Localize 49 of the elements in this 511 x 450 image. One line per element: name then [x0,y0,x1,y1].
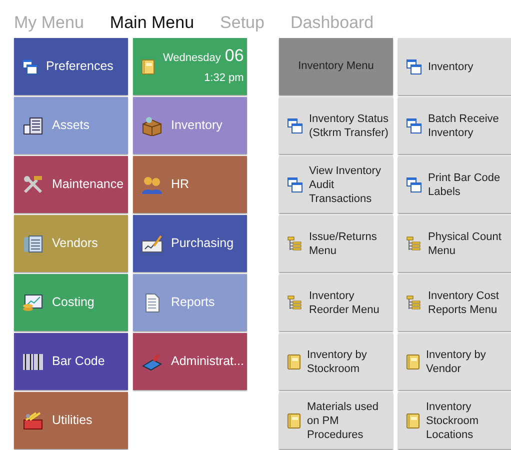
menu-tile[interactable]: Maintenance [14,156,128,213]
submenu-tile[interactable]: Inventory [398,38,511,95]
submenu-tile[interactable]: Inventory by Vendor [398,333,511,390]
submenu-tile[interactable]: Inventory Stockroom Locations [398,392,511,449]
tools-icon [22,174,44,194]
menu-tile[interactable]: Preferences [14,38,128,95]
tree-list-icon [406,236,422,252]
menu-header-tile: Inventory Menu [279,38,393,95]
tree-list-icon [287,294,303,310]
building-icon [22,116,44,136]
window-icon [22,58,38,74]
windows-icon [406,176,422,192]
notebook-icon [287,354,301,370]
windows-icon [406,118,422,134]
chart-coins-icon [22,292,44,312]
notebook-icon [406,354,420,370]
day-number: 06 [224,46,244,64]
menu-tab[interactable]: Main Menu [110,7,194,38]
barcode-icon [22,352,44,372]
submenu-tile[interactable]: Inventory Reorder Menu [279,274,393,331]
windows-icon [287,176,303,192]
toolbox-icon [22,410,44,430]
submenu-tile[interactable]: View Inventory Audit Transactions [279,156,393,213]
menu-tile[interactable]: Administrat... [133,333,247,390]
weekday-text: Wednesday [163,50,221,66]
submenu-tile[interactable]: Inventory Cost Reports Menu [398,274,511,331]
tree-list-icon [406,294,422,310]
submenu-tile[interactable]: Inventory by Stockroom [279,333,393,390]
menu-tile[interactable]: Bar Code [14,333,128,390]
stamp-icon [141,352,163,372]
time-text: 1:32 pm [204,71,244,86]
menu-tile[interactable]: Utilities [14,392,128,449]
windows-icon [287,118,303,134]
windows-icon [406,58,422,74]
submenu-tile[interactable]: Materials used on PM Procedures [279,392,393,449]
submenu-tile[interactable]: Issue/Returns Menu [279,215,393,272]
box-icon [141,116,163,136]
tree-list-icon [287,236,303,252]
notebook-icon [406,412,420,428]
submenu-tile[interactable]: Print Bar Code Labels [398,156,511,213]
phone-icon [22,234,44,254]
notebook-icon [287,412,301,428]
menu-tile[interactable]: HR [133,156,247,213]
submenu-tile[interactable]: Batch Receive Inventory [398,97,511,154]
people-icon [141,174,163,194]
submenu-tile[interactable]: Inventory Status (Stkrm Transfer) [279,97,393,154]
menu-tile[interactable]: Purchasing [133,215,247,272]
submenu-tile[interactable]: Physical Count Menu [398,215,511,272]
notebook-icon [141,58,155,74]
